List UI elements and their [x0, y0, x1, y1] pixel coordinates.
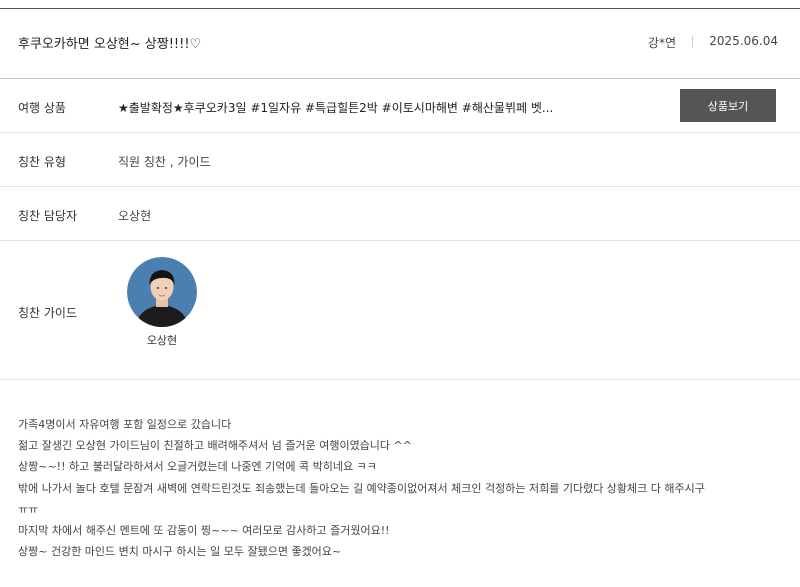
praise-staff-row: 칭찬 담당자 오상현 [0, 187, 800, 241]
praise-staff-label: 칭찬 담당자 [18, 209, 78, 223]
review-line: 가족4명이서 자유여행 포함 일정으로 갔습니다 [18, 418, 232, 431]
post-header: 후쿠오카하면 오상현~ 상짱!!!!♡ 강*연 2025.06.04 [0, 9, 800, 79]
review-content: 가족4명이서 자유여행 포함 일정으로 갔습니다 젊고 잘생긴 오상현 가이드님… [18, 414, 788, 562]
praise-type-value: 직원 칭찬 , 가이드 [118, 155, 211, 169]
praise-type-row: 칭찬 유형 직원 칭찬 , 가이드 [0, 133, 800, 187]
meta-divider [692, 36, 693, 48]
view-product-button[interactable]: 상품보기 [680, 89, 776, 122]
review-line: 마지막 차에서 해주신 멘트에 또 감동이 찡~~~ 여러모로 감사하고 즐거웠… [18, 524, 390, 538]
praise-staff-value: 오상현 [118, 209, 152, 223]
guide-card[interactable]: 오상현 [126, 257, 198, 348]
post-author: 강*연 [647, 36, 676, 50]
review-line: 상짱~~!! 하고 불러달라하셔서 오글거렸는데 나중엔 기억에 콕 박히네요 … [18, 460, 377, 474]
praise-type-label: 칭찬 유형 [18, 155, 66, 169]
review-line: 밖에 나가서 놀다 호텔 문잠겨 새벽에 연락드린것도 죄송했는데 돌아오는 길… [18, 481, 705, 495]
praise-guide-label: 칭찬 가이드 [18, 306, 78, 320]
product-name[interactable]: ★출발확정★후쿠오카3일 #1일자유 #특급힐튼2박 #이토시마해변 #해산물뷔… [118, 99, 553, 116]
guide-name: 오상현 [146, 334, 178, 347]
review-line: 상짱~ 건강한 마인드 변치 마시구 하시는 일 모두 잘됐으면 좋겠어요~ [18, 545, 342, 559]
review-line: 젊고 잘생긴 오상현 가이드님이 친절하고 배려해주셔서 넘 즐거운 여행이였습… [18, 439, 412, 453]
product-label: 여행 상품 [18, 101, 66, 115]
review-line: ㅠㅠ [18, 502, 39, 516]
praise-guide-row: 칭찬 가이드 오상현 [0, 241, 800, 380]
post-title: 후쿠오카하면 오상현~ 상짱!!!!♡ [18, 37, 202, 52]
guide-avatar[interactable] [127, 257, 197, 327]
post-date: 2025.06.04 [709, 34, 778, 48]
product-row: 여행 상품 ★출발확정★후쿠오카3일 #1일자유 #특급힐튼2박 #이토시마해변… [0, 79, 800, 133]
